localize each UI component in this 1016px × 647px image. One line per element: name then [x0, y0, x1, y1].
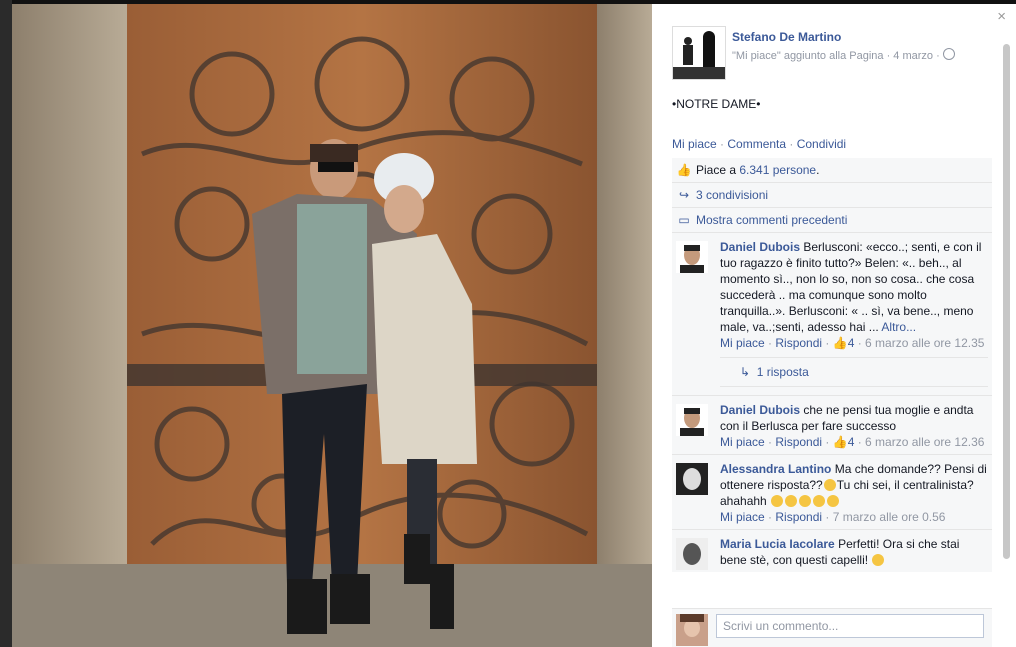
more-comments-link[interactable]: Mostra commenti precedenti — [696, 213, 847, 227]
commenter-avatar[interactable] — [676, 241, 708, 273]
comment-composer — [672, 608, 992, 647]
comment-item: Daniel Dubois Berlusconi: «ecco..; senti… — [672, 233, 992, 396]
comment-like-count[interactable]: 4 — [848, 435, 855, 449]
separator: · — [786, 137, 797, 151]
comment-date[interactable]: 7 marzo alle ore 0.56 — [833, 510, 946, 524]
post-photo[interactable] — [12, 4, 652, 647]
comment-reply-button[interactable]: Rispondi — [775, 510, 822, 524]
likes-row: 👍 Piace a 6.341 persone. — [672, 158, 992, 183]
comment-text: Berlusconi: «ecco..; senti, e con il tuo… — [720, 240, 982, 334]
shares-row: ↪ 3 condivisioni — [672, 183, 992, 208]
post-detail-panel: × Stefano De Martino "Mi piace" aggiunto… — [652, 4, 1016, 647]
commenter-avatar[interactable] — [676, 463, 708, 495]
comment-button[interactable]: Commenta — [727, 137, 786, 151]
close-button[interactable]: × — [997, 8, 1006, 26]
replies-row[interactable]: ↳ 1 risposta — [720, 357, 988, 387]
ufi-box: 👍 Piace a 6.341 persone. ↪ 3 condivision… — [672, 158, 992, 572]
author-name[interactable]: Stefano De Martino — [732, 30, 841, 44]
author-avatar[interactable] — [672, 26, 726, 80]
comment-footer: Mi piace · Rispondi · 👍4 · 6 marzo alle … — [720, 435, 985, 449]
separator: · — [716, 137, 728, 151]
commenter-name[interactable]: Maria Lucia Iacolare — [720, 537, 835, 551]
see-more-link[interactable]: Altro... — [881, 320, 916, 334]
share-button[interactable]: Condividi — [797, 137, 846, 151]
post-meta: "Mi piace" aggiunto alla Pagina · 4 marz… — [732, 48, 955, 62]
grin-emoji-icon — [823, 479, 836, 491]
post-header: Stefano De Martino "Mi piace" aggiunto a… — [672, 26, 1002, 86]
shares-link[interactable]: 3 condivisioni — [696, 188, 768, 202]
commenter-name[interactable]: Daniel Dubois — [720, 240, 800, 254]
scrollbar[interactable] — [1003, 44, 1010, 559]
thumbs-up-icon: 👍 — [832, 435, 848, 449]
post-caption: •NOTRE DAME• — [672, 97, 761, 111]
comment-item: Daniel Dubois che ne pensi tua moglie e … — [672, 396, 992, 455]
likes-prefix: Piace a — [696, 163, 737, 177]
commenter-avatar[interactable] — [676, 538, 708, 570]
comment-like-button[interactable]: Mi piace — [720, 510, 765, 524]
laugh-emoji-icon — [827, 495, 840, 507]
comment-footer: Mi piace · Rispondi · 👍4 · 6 marzo alle … — [720, 336, 985, 350]
replies-link[interactable]: 1 risposta — [757, 365, 809, 379]
comment-like-button[interactable]: Mi piace — [720, 336, 765, 350]
laugh-emoji-icon — [813, 495, 826, 507]
background-page — [0, 0, 12, 647]
laugh-emoji-icon — [771, 495, 784, 507]
more-comments-row: ▭ Mostra commenti precedenti — [672, 208, 992, 233]
commenter-name[interactable]: Alessandra Lantino — [720, 462, 831, 476]
comment-reply-button[interactable]: Rispondi — [775, 336, 822, 350]
post-actions: Mi piace · Commenta · Condividi — [672, 137, 846, 151]
comment-date[interactable]: 6 marzo alle ore 12.35 — [865, 336, 984, 350]
post-meta-text: "Mi piace" aggiunto alla Pagina · 4 marz… — [732, 50, 943, 62]
comment-item: Alessandra Lantino Ma che domande?? Pens… — [672, 455, 992, 530]
likes-suffix: . — [816, 163, 820, 177]
comment-item: Maria Lucia Iacolare Perfetti! Ora si ch… — [672, 530, 992, 572]
commenter-avatar[interactable] — [676, 404, 708, 436]
comment-bubble-icon: ▭ — [678, 213, 690, 227]
laugh-emoji-icon — [785, 495, 798, 507]
thumbs-up-icon: 👍 — [832, 336, 848, 350]
comment-footer: Mi piace · Rispondi · 7 marzo alle ore 0… — [720, 510, 946, 524]
reply-arrow-icon: ↳ — [740, 365, 751, 379]
globe-icon — [942, 48, 955, 60]
current-user-avatar — [676, 614, 708, 646]
comment-like-button[interactable]: Mi piace — [720, 435, 765, 449]
like-button[interactable]: Mi piace — [672, 137, 717, 151]
comment-input[interactable] — [716, 614, 984, 638]
comment-like-count[interactable]: 4 — [848, 336, 855, 350]
worried-emoji-icon — [872, 554, 885, 566]
share-arrow-icon: ↪ — [678, 188, 690, 202]
likes-count[interactable]: 6.341 persone — [739, 163, 816, 177]
comment-reply-button[interactable]: Rispondi — [775, 435, 822, 449]
laugh-emoji-icon — [799, 495, 812, 507]
thumbs-up-icon: 👍 — [676, 163, 692, 177]
comment-date[interactable]: 6 marzo alle ore 12.36 — [865, 435, 984, 449]
commenter-name[interactable]: Daniel Dubois — [720, 403, 800, 417]
